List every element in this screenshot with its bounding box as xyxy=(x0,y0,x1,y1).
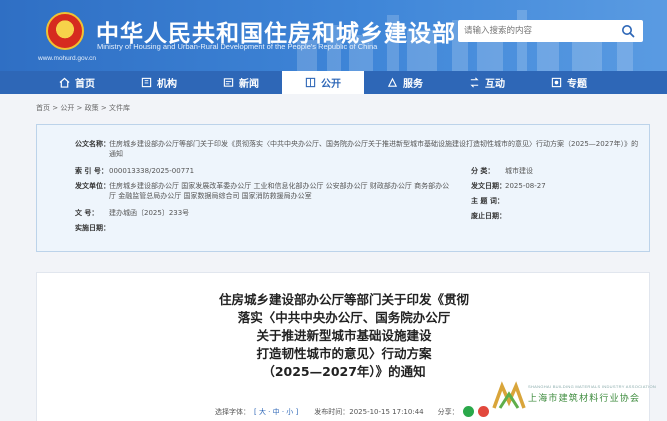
news-icon xyxy=(223,78,234,87)
index-value: 000013338/2025-00771 xyxy=(109,167,195,175)
weibo-share-icon[interactable] xyxy=(477,406,489,417)
interaction-icon xyxy=(470,77,479,88)
publish-time: 发布时间：2025-10-15 17:10:44 xyxy=(314,407,424,416)
article-meta: 选择字体： [ 大 · 中 · 小 ] 发布时间：2025-10-15 17:1… xyxy=(215,406,489,417)
nav-item-service[interactable]: 服务 xyxy=(364,71,446,94)
topic-icon xyxy=(551,77,562,88)
home-icon xyxy=(59,77,70,88)
article-title-line: 住房城乡建设部办公厅等部门关于印发《贯彻 xyxy=(218,292,469,307)
nav-label: 服务 xyxy=(403,79,423,90)
share-label: 分享： xyxy=(437,407,459,416)
index-label: 索 引 号： xyxy=(75,167,108,175)
issuer-value-line1: 住房城乡建设部办公厅 国家发展改革委办公厅 工业和信息化部办公厅 公安部办公厅 … xyxy=(109,182,450,190)
nav-item-disclosure[interactable]: 公开 xyxy=(282,71,364,94)
doc-name-label: 公文名称： xyxy=(75,140,110,148)
nav-label: 新闻 xyxy=(239,79,259,90)
nav-item-interaction[interactable]: 互动 xyxy=(446,71,528,94)
document-info-panel: 公文名称： 住房城乡建设部办公厅等部门关于印发《贯彻落实〈中共中央办公厅、国务院… xyxy=(36,124,650,252)
watermark-en: SHANGHAI BUILDING MATERIALS INDUSTRY ASS… xyxy=(528,384,657,389)
docno-value: 建办城函〔2025〕233号 xyxy=(109,209,190,217)
site-subtitle: Ministry of Housing and Urban-Rural Deve… xyxy=(97,42,378,51)
association-logo-icon xyxy=(492,381,526,409)
issuer-value-line2: 厅 金融监管总局办公厅 国家数据局综合司 国家消防救援局办公室 xyxy=(109,192,312,200)
search-icon[interactable] xyxy=(621,24,635,38)
docno-label: 文 号： xyxy=(75,209,99,217)
doc-name-value-line2: 通知 xyxy=(109,150,123,158)
breadcrumb[interactable]: 首页 > 公开 > 政策 > 文件库 xyxy=(36,103,130,113)
service-icon xyxy=(387,77,398,87)
national-emblem-icon[interactable]: ★ xyxy=(46,12,84,50)
search-box[interactable] xyxy=(458,20,643,42)
association-watermark: SHANGHAI BUILDING MATERIALS INDUSTRY ASS… xyxy=(492,380,667,410)
font-size-selector[interactable]: [ 大 · 中 · 小 ] xyxy=(254,407,298,417)
category-value: 城市建设 xyxy=(505,167,533,175)
nav-label: 首页 xyxy=(75,79,95,90)
site-header: ★ 中华人民共和国住房和城乡建设部 Ministry of Housing an… xyxy=(0,0,667,71)
nav-label: 专题 xyxy=(567,79,587,90)
nav-label: 公开 xyxy=(321,79,341,90)
wechat-share-icon[interactable] xyxy=(462,406,474,417)
watermark-cn: 上海市建筑材料行业协会 xyxy=(528,394,641,404)
issuer-label: 发文单位： xyxy=(75,182,110,190)
nav-item-news[interactable]: 新闻 xyxy=(200,71,282,94)
font-size-label: 选择字体： xyxy=(215,407,250,416)
nav-item-home[interactable]: 首页 xyxy=(36,71,118,94)
issue-date-value: 2025-08-27 xyxy=(505,182,546,190)
subject-label: 主 题 词： xyxy=(471,197,504,205)
article-title: 住房城乡建设部办公厅等部门关于印发《贯彻 落实〈中共中央办公厅、国务院办公厅 关… xyxy=(37,291,651,381)
category-label: 分 类： xyxy=(471,167,495,175)
org-icon xyxy=(141,77,152,88)
doc-name-value-line1: 住房城乡建设部办公厅等部门关于印发《贯彻落实〈中共中央办公厅、国务院办公厅关于推… xyxy=(109,140,639,148)
nav-item-topic[interactable]: 专题 xyxy=(528,71,610,94)
search-input[interactable] xyxy=(464,23,614,39)
nav-item-org[interactable]: 机构 xyxy=(118,71,200,94)
impl-date-label: 实施日期： xyxy=(75,224,110,232)
site-url: www.mohurd.gov.cn xyxy=(38,55,97,62)
nav-label: 机构 xyxy=(157,79,177,90)
main-nav: 首页 机构 新闻 公开 服务 互动 专题 xyxy=(0,71,667,94)
article-title-line: 关于推进新型城市基础设施建设 xyxy=(256,328,432,343)
article-title-line: （2025—2027年）》的通知 xyxy=(262,364,426,379)
issue-date-label: 发文日期： xyxy=(471,182,506,190)
article-title-line: 打造韧性城市的意见〉行动方案 xyxy=(256,346,432,361)
disclosure-icon xyxy=(305,77,316,88)
article-title-line: 落实〈中共中央办公厅、国务院办公厅 xyxy=(237,310,451,325)
nav-label: 互动 xyxy=(485,79,505,90)
expire-date-label: 废止日期： xyxy=(471,212,506,220)
